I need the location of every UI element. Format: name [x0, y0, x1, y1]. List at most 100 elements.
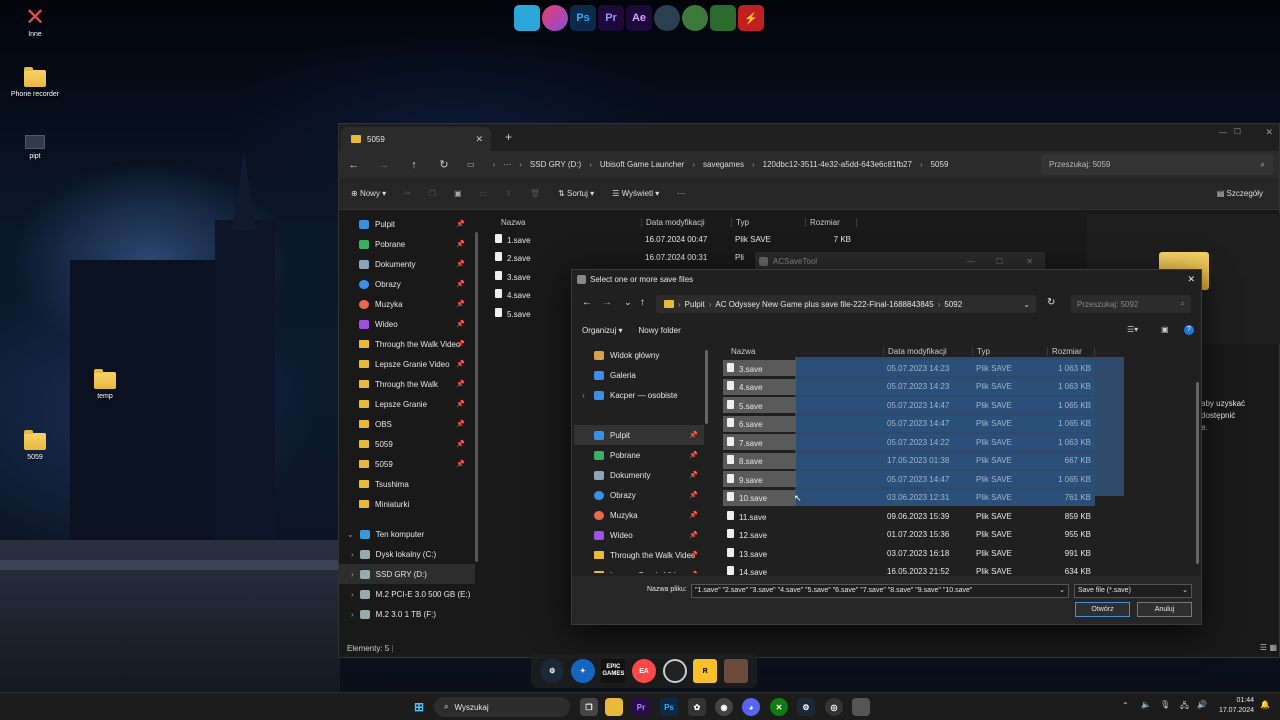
- desktop-icon-phone-recorder[interactable]: Phone recorder: [0, 67, 70, 98]
- ubisoft-icon[interactable]: [662, 659, 687, 683]
- column-size[interactable]: Rozmiar: [805, 217, 857, 227]
- dialog-file-row[interactable]: 6.save 05.07.2023 14:47 Plik SAVE 1 065 KB: [723, 415, 1123, 434]
- copy-icon[interactable]: ❐: [429, 189, 436, 198]
- file-explorer-icon[interactable]: [605, 698, 623, 716]
- breadcrumb-item[interactable]: AC Odyssey New Game plus save file-222-F…: [715, 300, 933, 309]
- sidebar-item[interactable]: Through the Walk Video 📌: [339, 334, 475, 354]
- sidebar-item[interactable]: Obrazy 📌: [339, 274, 475, 294]
- app-taskbar-icon[interactable]: ✿: [688, 698, 706, 716]
- acsavetool-taskbar-icon[interactable]: [852, 698, 870, 716]
- chevron-right-icon[interactable]: ›: [351, 610, 354, 619]
- sidebar-item[interactable]: 5059 📌: [339, 454, 475, 474]
- dropdown-icon[interactable]: ⌄: [624, 297, 632, 308]
- chevron-down-icon[interactable]: ⌄: [1023, 300, 1030, 309]
- breadcrumb-item[interactable]: savegames: [703, 160, 744, 169]
- dialog-file-row[interactable]: 7.save 05.07.2023 14:22 Plik SAVE 1 063 KB: [723, 433, 1123, 452]
- epic-games-icon[interactable]: EPIC GAMES: [601, 659, 626, 683]
- premiere-icon[interactable]: Pr: [598, 5, 624, 31]
- photoshop-icon[interactable]: Ps: [570, 5, 596, 31]
- maximize-icon[interactable]: ☐: [1234, 127, 1241, 136]
- dialog-sidebar-item[interactable]: Through the Walk Video 📌: [574, 545, 704, 565]
- forward-icon[interactable]: →: [602, 297, 612, 308]
- dialog-search-input[interactable]: Przeszukaj: 5092 ⌕: [1071, 295, 1191, 313]
- desktop-icon-5059[interactable]: 5059: [0, 430, 70, 461]
- column-type[interactable]: Typ: [731, 217, 805, 227]
- speaker-icon[interactable]: 🔈: [1141, 700, 1151, 709]
- sidebar-item[interactable]: 5059 📌: [339, 434, 475, 454]
- breadcrumb-item[interactable]: 120dbc12-3511-4e32-a5dd-643e6c81fb27: [763, 160, 912, 169]
- desktop-icon-inne[interactable]: ✕ Inne: [0, 5, 70, 39]
- dialog-file-row[interactable]: 3.save 05.07.2023 14:23 Plik SAVE 1 063 KB: [723, 359, 1123, 378]
- details-button[interactable]: ▤ Szczegóły: [1217, 189, 1263, 198]
- nav-scrollbar[interactable]: [475, 232, 478, 562]
- clock[interactable]: 01:44 17.07.2024: [1214, 696, 1254, 716]
- game-icon[interactable]: [723, 659, 748, 683]
- app-icon[interactable]: [654, 5, 680, 31]
- volume-icon[interactable]: 🔊: [1197, 700, 1207, 709]
- view-button[interactable]: ☰ Wyświetl ▾: [612, 189, 659, 198]
- taskbar-search[interactable]: ⌕ Wyszukaj: [434, 697, 570, 717]
- sidebar-item[interactable]: › M.2 3.0 1 TB (F:): [339, 604, 475, 624]
- up-icon[interactable]: ↑: [399, 159, 429, 171]
- chevron-down-icon[interactable]: ⌄: [347, 530, 354, 539]
- sidebar-item[interactable]: OBS 📌: [339, 414, 475, 434]
- dialog-nav-scrollbar[interactable]: [705, 350, 708, 424]
- obs-taskbar-icon[interactable]: ◉: [715, 698, 733, 716]
- playstation-icon[interactable]: ✦: [570, 659, 595, 683]
- sidebar-item[interactable]: Lepsze Granie 📌: [339, 394, 475, 414]
- ubisoft-taskbar-icon[interactable]: ◎: [825, 698, 843, 716]
- sidebar-item[interactable]: › Dysk lokalny (C:): [339, 544, 475, 564]
- paste-icon[interactable]: ▣: [454, 189, 462, 198]
- minimize-icon[interactable]: —: [967, 257, 975, 266]
- dialog-file-row[interactable]: 9.save 05.07.2023 14:47 Plik SAVE 1 065 KB: [723, 470, 1123, 489]
- sort-button[interactable]: ⇅ Sortuj ▾: [558, 189, 594, 198]
- desktop-icon-temp[interactable]: temp: [70, 369, 140, 400]
- microphone-icon[interactable]: 🎙: [1160, 700, 1170, 709]
- close-tab-icon[interactable]: ✕: [475, 134, 483, 145]
- dialog-sidebar-item[interactable]: Galeria: [574, 365, 704, 385]
- back-icon[interactable]: ←: [339, 159, 369, 171]
- sidebar-item[interactable]: Lepsze Granie Video 📌: [339, 354, 475, 374]
- column-modified[interactable]: Data modyfikacji: [641, 217, 731, 227]
- breadcrumb-item[interactable]: 5059: [931, 160, 949, 169]
- xbox-taskbar-icon[interactable]: ✕: [770, 698, 788, 716]
- xbox-icon[interactable]: [682, 5, 708, 31]
- minimize-icon[interactable]: —: [1219, 128, 1227, 137]
- chevron-right-icon[interactable]: ›: [351, 590, 354, 599]
- maximize-icon[interactable]: ☐: [996, 257, 1003, 266]
- new-tab-icon[interactable]: +: [505, 130, 512, 144]
- close-window-icon[interactable]: ✕: [1265, 127, 1273, 138]
- breadcrumb-item[interactable]: SSD GRY (D:): [530, 160, 581, 169]
- breadcrumb-item[interactable]: Pulpit: [685, 300, 705, 309]
- sidebar-item[interactable]: Dokumenty 📌: [339, 254, 475, 274]
- breadcrumb-item[interactable]: 5092: [944, 300, 962, 309]
- dialog-sidebar-item[interactable]: Pulpit 📌: [574, 425, 704, 445]
- sidebar-item[interactable]: Through the Walk 📌: [339, 374, 475, 394]
- share-icon[interactable]: ⇪: [505, 189, 512, 198]
- dialog-sidebar-item[interactable]: Dokumenty 📌: [574, 465, 704, 485]
- notification-bell-icon[interactable]: 🔔: [1260, 700, 1270, 709]
- windows-start-icon[interactable]: ⊞: [410, 698, 428, 716]
- dialog-sidebar-item[interactable]: Muzyka 📌: [574, 505, 704, 525]
- after-effects-icon[interactable]: Ae: [626, 5, 652, 31]
- cut-icon[interactable]: ✂: [404, 189, 411, 198]
- column-name[interactable]: Nazwa: [487, 218, 641, 227]
- ea-icon[interactable]: EA: [631, 659, 656, 683]
- rockstar-icon[interactable]: R: [693, 659, 718, 683]
- lightning-app-icon[interactable]: ⚡: [738, 5, 764, 31]
- sidebar-item[interactable]: Pobrane 📌: [339, 234, 475, 254]
- more-options-button[interactable]: ···: [677, 189, 685, 198]
- desktop-icon-pipt[interactable]: pipt: [0, 135, 70, 160]
- tray-expand-icon[interactable]: ⌃: [1122, 701, 1129, 710]
- dialog-file-row[interactable]: 8.save 17.05.2023 01:38 Plik SAVE 667 KB: [723, 452, 1123, 471]
- rename-icon[interactable]: ▭: [480, 189, 488, 198]
- acsavetool-window-title[interactable]: ACSaveTool — ☐ ✕: [755, 252, 1045, 270]
- task-view-icon[interactable]: ❐: [580, 698, 598, 716]
- column-name[interactable]: Nazwa: [723, 347, 883, 356]
- column-type[interactable]: Typ: [972, 346, 1047, 356]
- desktop-app-icon[interactable]: [514, 5, 540, 31]
- details-view-icon[interactable]: ☰: [1260, 643, 1267, 652]
- dialog-sidebar-item[interactable]: Lepsze Granie Video 📌: [574, 565, 704, 573]
- sidebar-item[interactable]: Pulpit 📌: [339, 214, 475, 234]
- file-row[interactable]: 1.save 16.07.2024 00:47 Plik SAVE 7 KB: [487, 230, 1077, 249]
